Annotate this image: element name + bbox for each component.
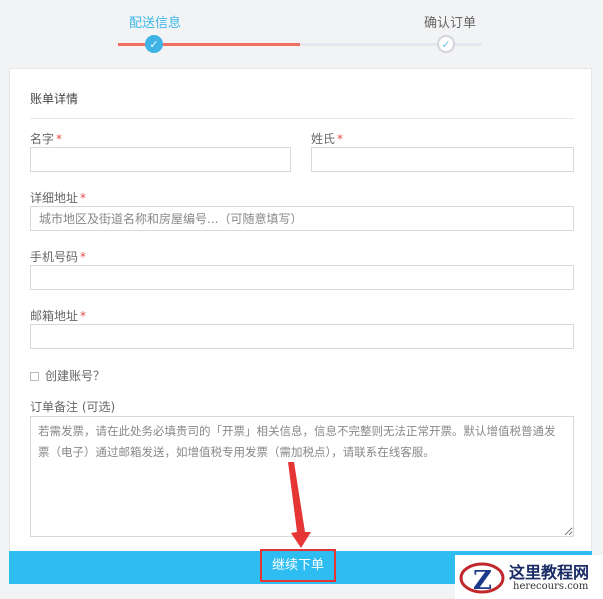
order-notes-label: 订单备注 (可选) [30, 400, 116, 414]
watermark-url: herecours.com [513, 581, 589, 592]
required-marker: * [56, 132, 63, 146]
section-title: 账单详情 [30, 92, 79, 106]
required-marker: * [80, 191, 87, 205]
first-name-label: 名字 * [30, 132, 63, 146]
last-name-label: 姓氏 * [311, 132, 344, 146]
email-label: 邮箱地址 * [30, 309, 87, 323]
watermark-logo-icon: Z [459, 562, 505, 596]
billing-details-card: 账单详情 名字* 姓氏* 详细地址* 手机号码* 邮箱地址* 创建账号？ 订单备… [9, 68, 592, 551]
step-confirm-label: 确认订单 [424, 16, 477, 31]
check-icon: ✓ [145, 35, 163, 53]
address-input[interactable] [30, 206, 574, 231]
continue-order-label[interactable]: 继续下单 [260, 549, 336, 582]
email-input[interactable] [30, 324, 574, 349]
required-marker: * [337, 132, 344, 146]
last-name-input[interactable] [311, 147, 574, 172]
order-notes-textarea[interactable] [30, 416, 574, 537]
phone-input[interactable] [30, 265, 574, 290]
site-watermark: Z 这里教程网 herecours.com [455, 555, 603, 599]
address-label: 详细地址 * [30, 191, 87, 205]
step-shipping-label: 配送信息 [129, 16, 182, 31]
create-account-label[interactable]: 创建账号？ [45, 367, 105, 384]
watermark-title: 这里教程网 [509, 563, 590, 582]
divider [30, 118, 574, 119]
required-marker: * [80, 309, 87, 323]
create-account-checkbox[interactable] [30, 372, 39, 381]
checkout-stepper: 配送信息 确认订单 ✓ ✓ [0, 0, 603, 62]
phone-label: 手机号码 * [30, 250, 87, 264]
first-name-input[interactable] [30, 147, 291, 172]
required-marker: * [80, 250, 87, 264]
svg-text:Z: Z [473, 566, 492, 596]
check-icon: ✓ [437, 35, 455, 53]
